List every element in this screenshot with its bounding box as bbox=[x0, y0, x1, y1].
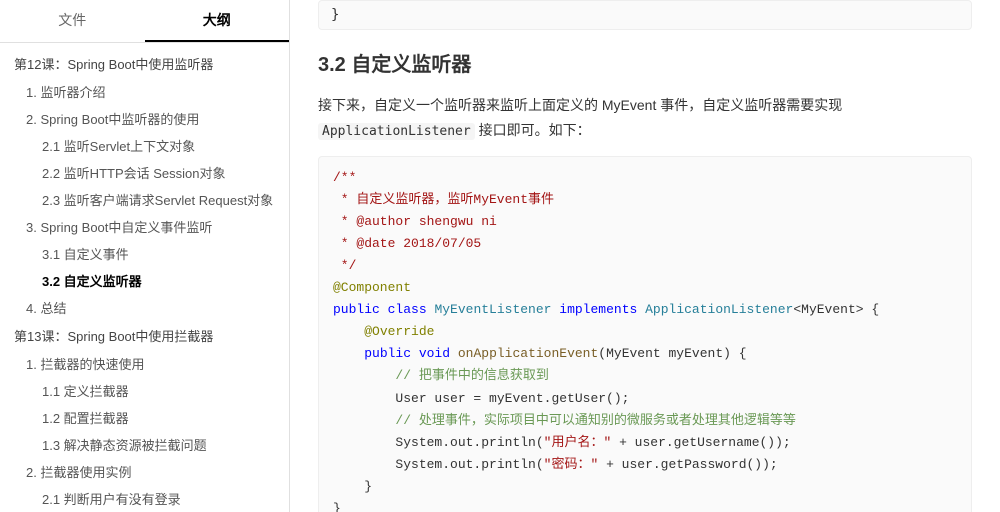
tab-file[interactable]: 文件 bbox=[0, 0, 145, 42]
outline-item[interactable]: 3. Spring Boot中自定义事件监听 bbox=[20, 213, 289, 240]
outline-list[interactable]: 第12课：Spring Boot中使用监听器1. 监听器介绍2. Spring … bbox=[0, 43, 289, 512]
outline-item[interactable]: 2. Spring Boot中监听器的使用 bbox=[20, 105, 289, 132]
outline-item[interactable]: 3.2 自定义监听器 bbox=[36, 267, 289, 294]
outline-lesson[interactable]: 第13课：Spring Boot中使用拦截器 bbox=[8, 321, 289, 350]
outline-item[interactable]: 4. 总结 bbox=[20, 294, 289, 321]
content-area[interactable]: } 3.2 自定义监听器 接下来，自定义一个监听器来监听上面定义的 MyEven… bbox=[290, 0, 1000, 512]
outline-item[interactable]: 2. 拦截器使用实例 bbox=[20, 458, 289, 485]
outline-item[interactable]: 1.3 解决静态资源被拦截问题 bbox=[36, 431, 289, 458]
outline-item[interactable]: 2.1 判断用户有没有登录 bbox=[36, 485, 289, 512]
sidebar: 文件 大纲 第12课：Spring Boot中使用监听器1. 监听器介绍2. S… bbox=[0, 0, 290, 512]
code-block: /** * 自定义监听器，监听MyEvent事件 * @author sheng… bbox=[318, 156, 972, 512]
intro-paragraph: 接下来，自定义一个监听器来监听上面定义的 MyEvent 事件，自定义监听器需要… bbox=[318, 93, 972, 144]
section-heading: 3.2 自定义监听器 bbox=[318, 48, 972, 77]
outline-item[interactable]: 1.1 定义拦截器 bbox=[36, 377, 289, 404]
tab-outline[interactable]: 大纲 bbox=[145, 0, 290, 42]
outline-lesson[interactable]: 第12课：Spring Boot中使用监听器 bbox=[8, 49, 289, 78]
outline-item[interactable]: 2.3 监听客户端请求Servlet Request对象 bbox=[36, 186, 289, 213]
inline-code: ApplicationListener bbox=[318, 123, 475, 140]
outline-item[interactable]: 1. 监听器介绍 bbox=[20, 78, 289, 105]
outline-item[interactable]: 1.2 配置拦截器 bbox=[36, 404, 289, 431]
outline-item[interactable]: 2.2 监听HTTP会话 Session对象 bbox=[36, 159, 289, 186]
prev-code-tail: } bbox=[318, 0, 972, 30]
outline-item[interactable]: 1. 拦截器的快速使用 bbox=[20, 350, 289, 377]
outline-item[interactable]: 2.1 监听Servlet上下文对象 bbox=[36, 132, 289, 159]
tabs: 文件 大纲 bbox=[0, 0, 289, 43]
outline-item[interactable]: 3.1 自定义事件 bbox=[36, 240, 289, 267]
